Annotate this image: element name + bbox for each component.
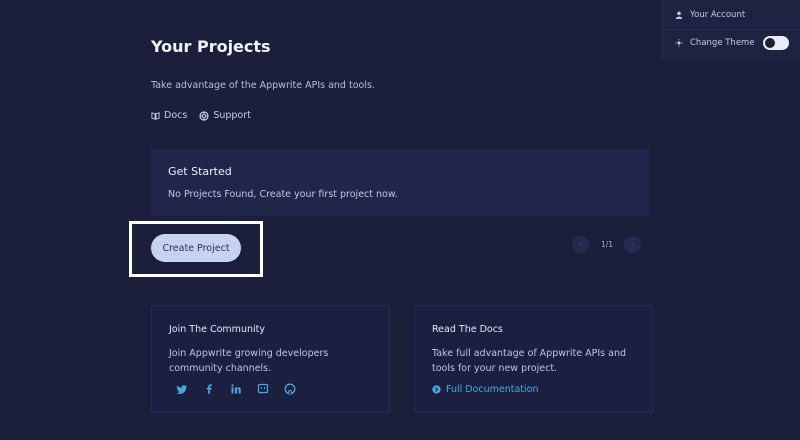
page: Your Account Change Theme Your Projects … [0,0,800,440]
your-account-label: Your Account [690,10,746,20]
full-documentation-link[interactable]: Full Documentation [432,384,539,395]
github-icon[interactable] [284,383,296,395]
chevron-left-icon[interactable]: ‹ [572,236,589,253]
page-title: Your Projects [151,37,271,56]
read-docs-text: Take full advantage of Appwrite APIs and… [432,348,627,374]
page-indicator: 1/1 [601,240,614,249]
support-label: Support [213,110,251,121]
arrow-circle-right-icon [432,385,441,394]
community-card: Join The Community Join Appwrite growing… [151,305,390,413]
twitter-icon[interactable] [176,383,188,395]
community-text: Join Appwrite growing developers communi… [169,348,329,374]
get-started-text: No Projects Found, Create your first pro… [168,189,398,200]
sun-icon [675,39,683,47]
get-started-title: Get Started [168,165,232,178]
community-title: Join The Community [169,324,265,335]
read-docs-title: Read The Docs [432,324,503,335]
discord-icon[interactable] [257,383,269,395]
chevron-right-icon[interactable]: › [624,236,641,253]
book-icon [151,112,160,120]
page-subtitle: Take advantage of the Appwrite APIs and … [151,80,375,91]
pagination: ‹ 1/1 › [572,236,642,254]
get-started-panel: Get Started No Projects Found, Create yo… [151,149,649,216]
lifebuoy-icon [199,110,209,121]
theme-toggle[interactable] [763,36,789,50]
facebook-icon[interactable] [203,383,215,395]
create-project-button[interactable]: Create Project [151,234,241,262]
change-theme-item[interactable]: Change Theme [675,38,755,48]
docs-label: Docs [164,110,188,121]
header-links: Docs Support [151,110,251,121]
menu-divider [663,29,800,30]
social-links [176,383,296,395]
docs-link[interactable]: Docs [151,110,187,121]
account-menu: Your Account Change Theme [662,0,800,60]
read-docs-card: Read The Docs Take full advantage of App… [414,305,653,413]
linkedin-icon[interactable] [230,383,242,395]
full-documentation-label: Full Documentation [446,384,539,395]
user-icon [675,11,683,19]
support-link[interactable]: Support [199,110,251,121]
your-account-item[interactable]: Your Account [675,10,745,20]
change-theme-label: Change Theme [690,38,755,48]
